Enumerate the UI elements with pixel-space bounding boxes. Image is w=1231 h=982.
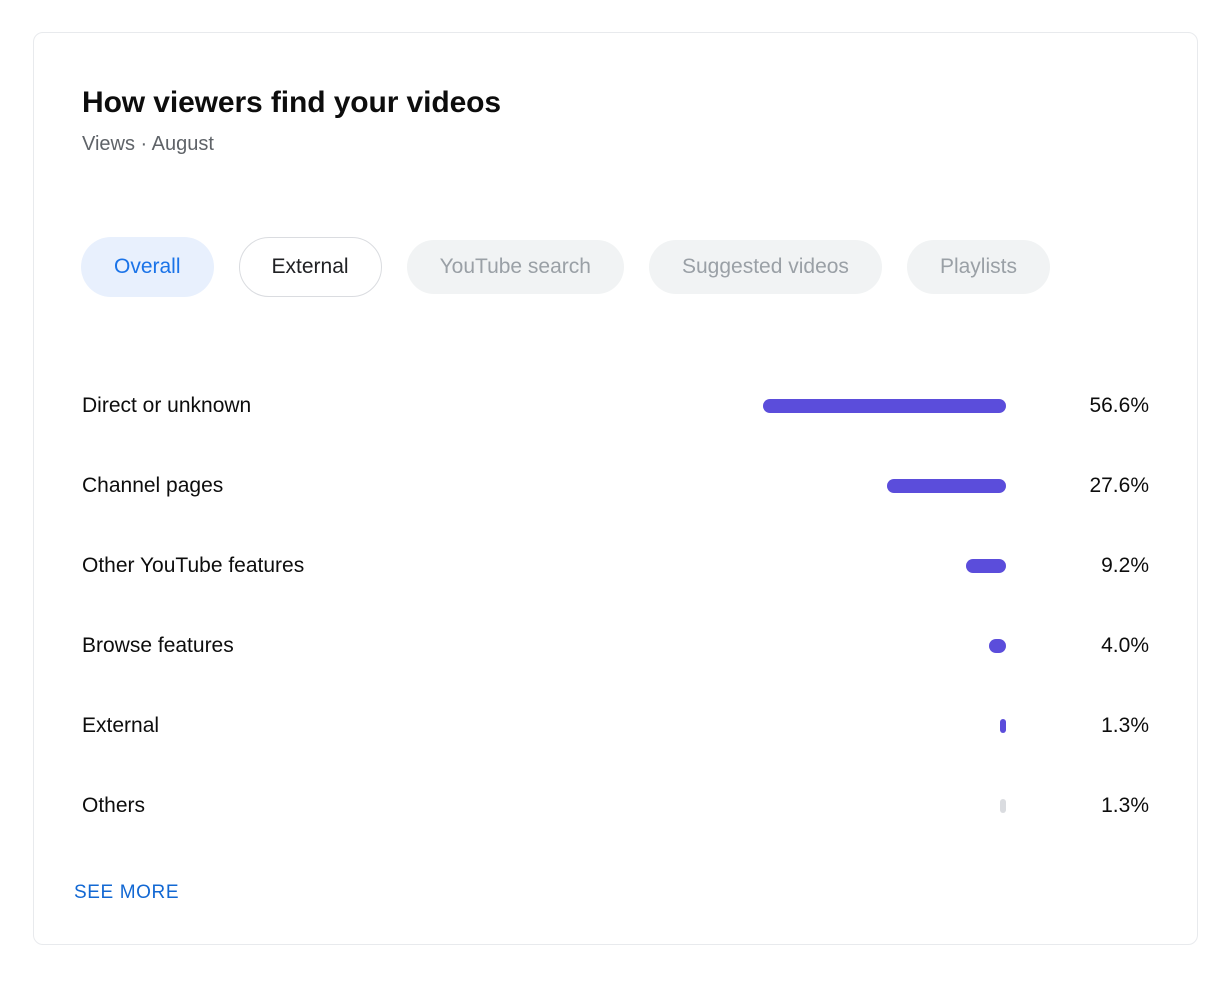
traffic-source-value: 56.6% [1089,394,1149,417]
chip-external[interactable]: External [238,237,382,297]
traffic-source-bar-track [566,639,1006,653]
chip-overall[interactable]: Overall [81,237,214,297]
traffic-source-card: How viewers find your videos Views · Aug… [33,32,1198,945]
traffic-source-label: Browse features [82,634,234,657]
traffic-source-value: 9.2% [1101,554,1149,577]
traffic-source-bar [762,399,1006,413]
card-header: How viewers find your videos Views · Aug… [82,85,1149,157]
traffic-source-bar-track [566,399,1006,413]
traffic-source-label: Direct or unknown [82,394,252,417]
traffic-source-list: Direct or unknown 56.6% Channel pages 27.6%… [82,366,1149,846]
traffic-source-value: 4.0% [1101,634,1149,657]
traffic-source-bar-track [566,719,1006,733]
traffic-source-bar [887,479,1006,493]
card-footer: SEE MORE [66,874,187,912]
traffic-source-bar [966,559,1006,573]
traffic-source-bar-track [566,479,1006,493]
traffic-source-row: Channel pages 27.6% [82,446,1149,526]
chip-playlists[interactable]: Playlists [906,240,1050,294]
traffic-source-label: Others [82,794,146,817]
traffic-source-bar [988,639,1006,653]
chip-youtube-search[interactable]: YouTube search [406,240,624,294]
traffic-source-value: 1.3% [1101,714,1149,737]
traffic-source-row: Browse features 4.0% [82,606,1149,686]
traffic-source-label: External [82,714,160,737]
chip-suggested-videos[interactable]: Suggested videos [648,240,882,294]
traffic-source-bar [1000,719,1006,733]
traffic-source-bar-track [566,799,1006,813]
traffic-source-filter-chips: Overall External YouTube search Suggeste… [81,237,1050,297]
traffic-source-row: Others 1.3% [82,766,1149,846]
see-more-link[interactable]: SEE MORE [66,874,187,912]
traffic-source-bar [1000,799,1006,813]
traffic-source-row: External 1.3% [82,686,1149,766]
traffic-source-row: Other YouTube features 9.2% [82,526,1149,606]
traffic-source-bar-track [566,559,1006,573]
card-subtitle: Views · August [82,133,214,155]
page-title: How viewers find your videos [82,86,501,119]
traffic-source-label: Channel pages [82,474,224,497]
traffic-source-row: Direct or unknown 56.6% [82,366,1149,446]
traffic-source-value: 27.6% [1089,474,1149,497]
traffic-source-value: 1.3% [1101,794,1149,817]
traffic-source-label: Other YouTube features [82,554,305,577]
